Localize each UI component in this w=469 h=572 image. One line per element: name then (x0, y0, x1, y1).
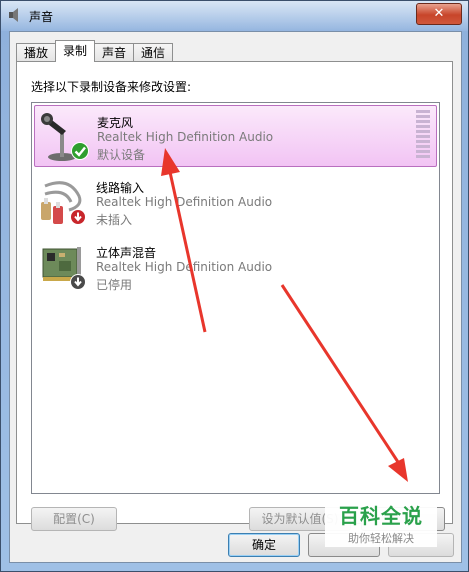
title-bar[interactable]: 声音 ✕ (1, 1, 468, 31)
device-name: 立体声混音 (96, 246, 157, 260)
window-title: 声音 (29, 10, 54, 24)
device-name: 麦克风 (97, 116, 134, 130)
watermark-subtitle: 助你轻松解决 (348, 532, 414, 545)
device-driver: Realtek High Definition Audio (96, 260, 273, 274)
device-status: 未插入 (96, 213, 133, 227)
tab-playback[interactable]: 播放 (16, 43, 57, 62)
list-item-microphone[interactable]: 麦克风 Realtek High Definition Audio 默认设备 (34, 105, 437, 167)
close-button[interactable]: ✕ (416, 3, 462, 25)
tab-communications[interactable]: 通信 (133, 43, 174, 62)
configure-button[interactable]: 配置(C) (31, 507, 117, 531)
input-level-meter (416, 110, 430, 162)
watermark-logo: 百科全说 助你轻松解决 (325, 497, 437, 547)
list-item-stereo-mix[interactable]: 立体声混音 Realtek High Definition Audio 已停用 (34, 236, 437, 298)
close-icon: ✕ (433, 6, 445, 21)
ok-button[interactable]: 确定 (228, 533, 300, 557)
device-status: 已停用 (96, 278, 133, 292)
recording-panel: 选择以下录制设备来修改设置: 麦克风 Realtek High Definiti… (16, 61, 453, 531)
tab-recording[interactable]: 录制 (55, 40, 96, 62)
gray-down-arrow-icon (70, 274, 86, 290)
device-driver: Realtek High Definition Audio (96, 195, 273, 209)
tab-sounds[interactable]: 声音 (94, 43, 135, 62)
device-status: 默认设备 (97, 148, 146, 162)
list-item-line-in[interactable]: 线路输入 Realtek High Definition Audio 未插入 (34, 171, 437, 233)
speaker-icon (9, 8, 18, 22)
device-name: 线路输入 (96, 181, 145, 195)
red-down-arrow-icon (70, 209, 86, 225)
green-check-icon (71, 142, 89, 160)
instruction-text: 选择以下录制设备来修改设置: (31, 80, 192, 94)
tab-strip: 播放 录制 声音 通信 (16, 40, 174, 62)
watermark-title: 百科全说 (339, 504, 423, 528)
sound-dialog-window: 声音 ✕ 播放 录制 声音 通信 选择以下录制设备来修改设置: 麦克风 Real… (0, 0, 469, 572)
dialog-body: 播放 录制 声音 通信 选择以下录制设备来修改设置: 麦克风 Realtek H… (9, 31, 462, 563)
device-driver: Realtek High Definition Audio (97, 130, 274, 144)
recording-device-list[interactable]: 麦克风 Realtek High Definition Audio 默认设备 线… (31, 102, 440, 494)
